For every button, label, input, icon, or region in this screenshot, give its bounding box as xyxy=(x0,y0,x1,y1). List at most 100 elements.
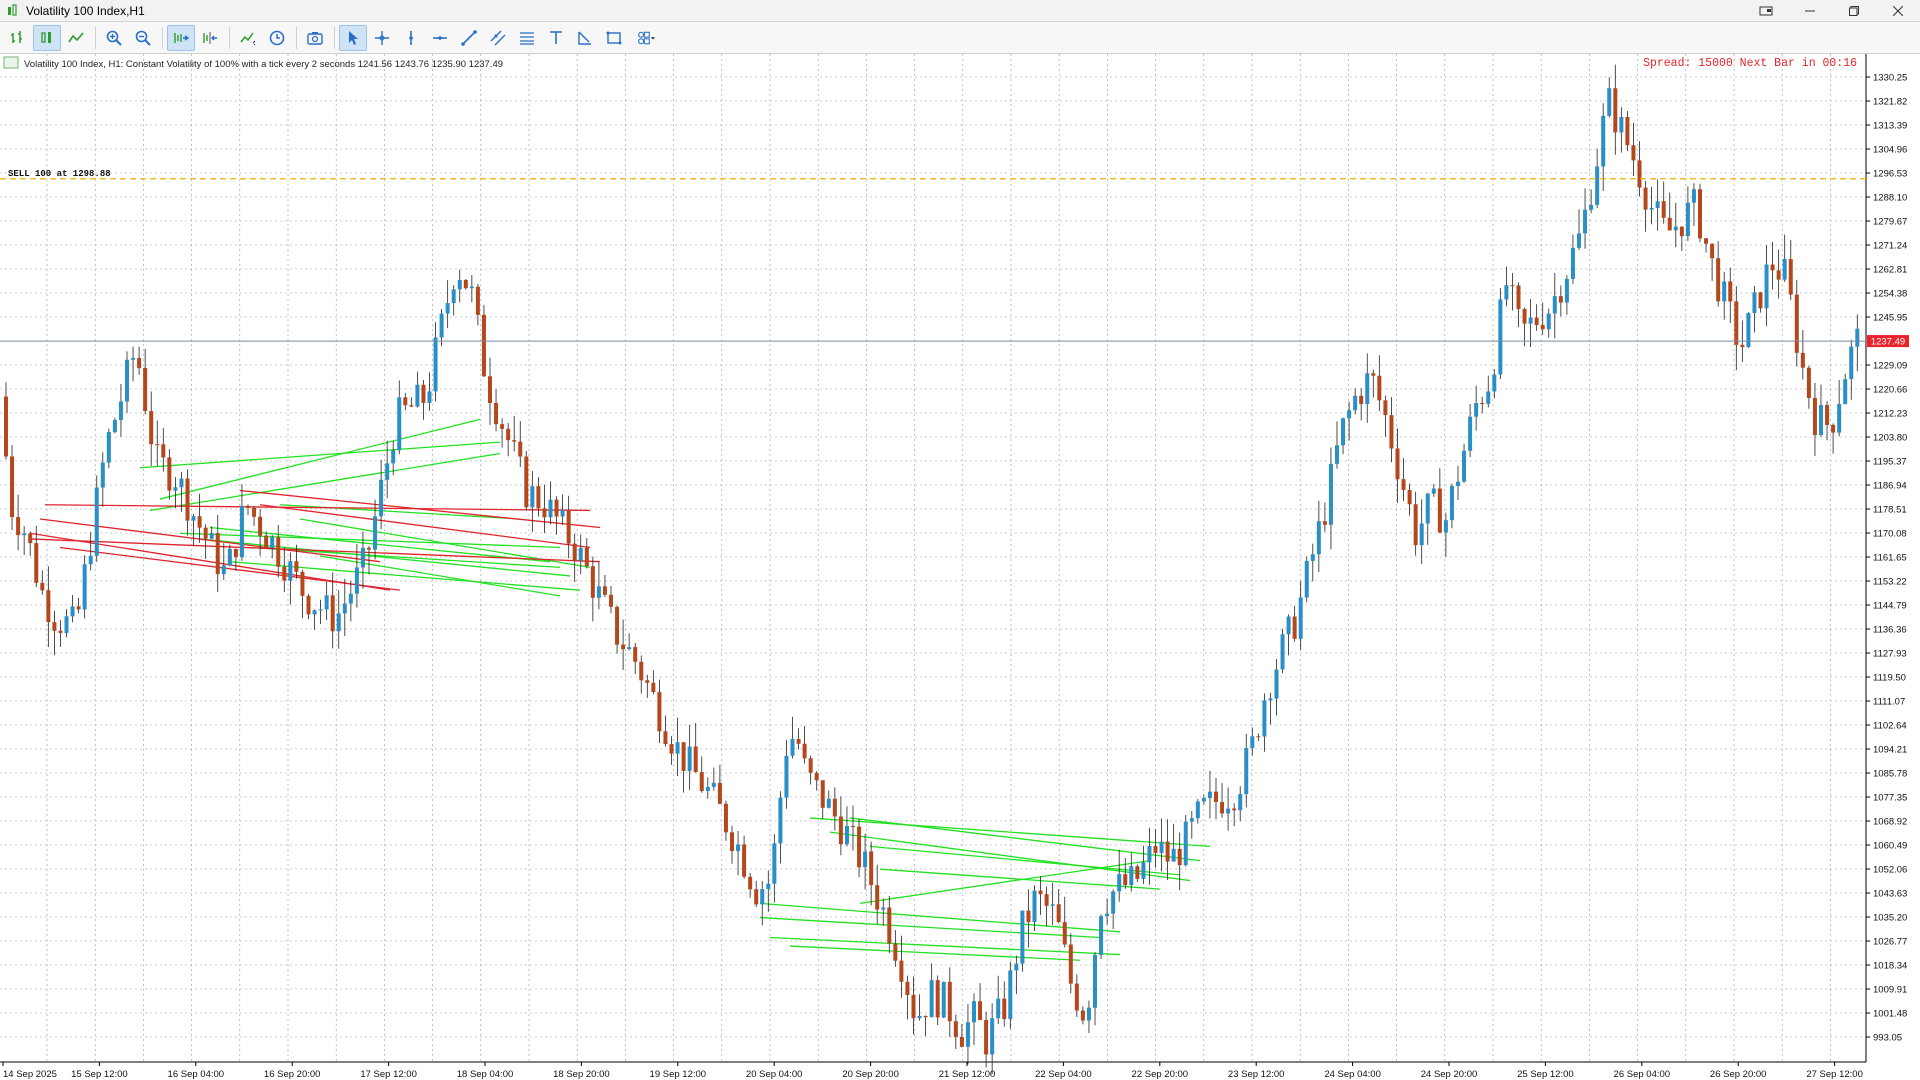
rectangle-icon[interactable] xyxy=(600,25,628,51)
win-trade-line xyxy=(159,418,481,500)
bear-candle xyxy=(1074,983,1079,1011)
maximize-icon[interactable] xyxy=(1832,0,1876,22)
candlestick-series xyxy=(4,64,1860,1075)
price-axis-label: 1271.24 xyxy=(1873,241,1907,252)
bull-candle xyxy=(22,533,27,536)
price-axis-label: 1212.23 xyxy=(1873,409,1907,420)
bear-candle xyxy=(742,844,747,877)
close-icon[interactable] xyxy=(1876,0,1920,22)
time-axis-label: 22 Sep 20:00 xyxy=(1132,1069,1189,1080)
candlestick-icon[interactable] xyxy=(33,24,61,51)
bear-candle xyxy=(1165,841,1170,862)
timeframe-clock-icon[interactable] xyxy=(263,25,291,51)
chart-canvas[interactable]: 1330.25 1321.82 1313.39 1304.96 1296.53 1288.… xyxy=(0,54,1920,1080)
chart-shift-icon[interactable] xyxy=(196,25,224,51)
equidistant-channel-icon[interactable] xyxy=(484,25,512,51)
bear-candle xyxy=(40,582,45,591)
bull-candle xyxy=(784,755,789,798)
price-axis-label: 1102.64 xyxy=(1873,721,1907,732)
bull-candle xyxy=(826,798,831,808)
bear-candle xyxy=(1661,201,1666,218)
bull-candle xyxy=(125,359,129,402)
bear-candle xyxy=(294,561,299,572)
text-icon[interactable] xyxy=(542,25,570,51)
bull-candle xyxy=(1504,285,1509,300)
sell-order-label[interactable]: SELL 100 at 1298.88 xyxy=(8,169,111,179)
bear-candle xyxy=(899,960,904,982)
time-axis-label: 14 Sep 2025 xyxy=(3,1069,57,1080)
bull-candle xyxy=(687,746,692,771)
time-axis-label: 25 Sep 12:00 xyxy=(1517,1069,1574,1080)
bear-candle xyxy=(506,428,511,441)
zoom-in-icon[interactable] xyxy=(100,25,128,51)
bear-candle xyxy=(1637,160,1642,188)
bull-candle xyxy=(1099,916,1104,955)
bull-candle xyxy=(318,609,323,611)
bear-candle xyxy=(306,595,311,615)
time-axis-label: 27 Sep 12:00 xyxy=(1806,1069,1863,1080)
bear-candle xyxy=(554,499,559,517)
time-axis-label: 15 Sep 12:00 xyxy=(71,1069,128,1080)
price-axis-label: 1279.67 xyxy=(1873,217,1907,228)
price-axis-label: 1035.20 xyxy=(1873,913,1907,924)
bull-candle xyxy=(1316,521,1321,555)
bear-candle xyxy=(1716,258,1721,302)
horizontal-line-icon[interactable] xyxy=(426,25,454,51)
bull-candle xyxy=(1341,418,1346,446)
bear-candle xyxy=(572,543,577,561)
zoom-out-icon[interactable] xyxy=(129,25,157,51)
bear-candle xyxy=(1135,866,1140,879)
bull-candle xyxy=(1577,233,1581,248)
restore-layout-icon[interactable] xyxy=(1744,0,1788,22)
cursor-icon[interactable] xyxy=(339,24,367,51)
price-axis-label: 1313.39 xyxy=(1873,121,1907,132)
price-chart[interactable]: 1330.25 1321.82 1313.39 1304.96 1296.53 1288.… xyxy=(0,54,1920,1080)
bull-candle xyxy=(324,595,329,610)
win-trade-line xyxy=(179,532,561,549)
win-trade-line xyxy=(789,945,1081,961)
bear-candle xyxy=(1734,301,1739,345)
bull-candle xyxy=(385,463,390,480)
bull-candle xyxy=(348,593,353,604)
bull-candle xyxy=(64,616,69,633)
vertical-line-icon[interactable] xyxy=(397,25,425,51)
bear-candle xyxy=(621,644,626,650)
bear-candle xyxy=(500,424,505,429)
bull-candle xyxy=(1171,848,1176,862)
bull-candle xyxy=(1159,841,1164,853)
fibonacci-icon[interactable] xyxy=(513,25,541,51)
bull-candle xyxy=(965,1022,970,1047)
bull-candle xyxy=(530,486,535,508)
bar-chart-icon[interactable] xyxy=(4,25,32,51)
crosshair-icon[interactable] xyxy=(368,25,396,51)
bull-candle xyxy=(1353,395,1358,411)
bear-candle xyxy=(1740,344,1745,348)
line-chart-icon[interactable] xyxy=(62,25,90,51)
bull-candle xyxy=(1086,1007,1091,1021)
bull-candle xyxy=(1456,481,1460,487)
bull-candle xyxy=(342,603,347,614)
win-trade-line xyxy=(149,452,501,512)
bull-candle xyxy=(88,555,93,565)
indicators-icon[interactable] xyxy=(234,25,262,51)
auto-scroll-icon[interactable] xyxy=(167,24,195,51)
bear-candle xyxy=(887,907,892,944)
bull-candle xyxy=(221,565,226,575)
bull-candle xyxy=(1685,202,1690,237)
bear-candle xyxy=(754,889,759,905)
bull-candle xyxy=(1486,391,1491,404)
bear-candle xyxy=(185,478,190,521)
arrow-label-icon[interactable] xyxy=(571,25,599,51)
screenshot-icon[interactable] xyxy=(301,25,329,51)
shapes-icon[interactable] xyxy=(629,25,663,51)
time-axis[interactable]: 14 Sep 2025 15 Sep 12:00 16 Sep 04:00 16 Se… xyxy=(2,1062,1863,1080)
bear-candle xyxy=(367,547,371,550)
time-axis-label: 16 Sep 20:00 xyxy=(264,1069,321,1080)
minimize-icon[interactable] xyxy=(1788,0,1832,22)
price-axis-label: 1068.92 xyxy=(1873,817,1907,828)
trend-line-icon[interactable] xyxy=(455,25,483,51)
bull-candle xyxy=(1419,523,1424,546)
bull-candle xyxy=(1020,910,1025,964)
bull-candle xyxy=(1855,328,1860,347)
price-axis[interactable]: 1330.25 1321.82 1313.39 1304.96 1296.53 1288.… xyxy=(1866,73,1907,1044)
